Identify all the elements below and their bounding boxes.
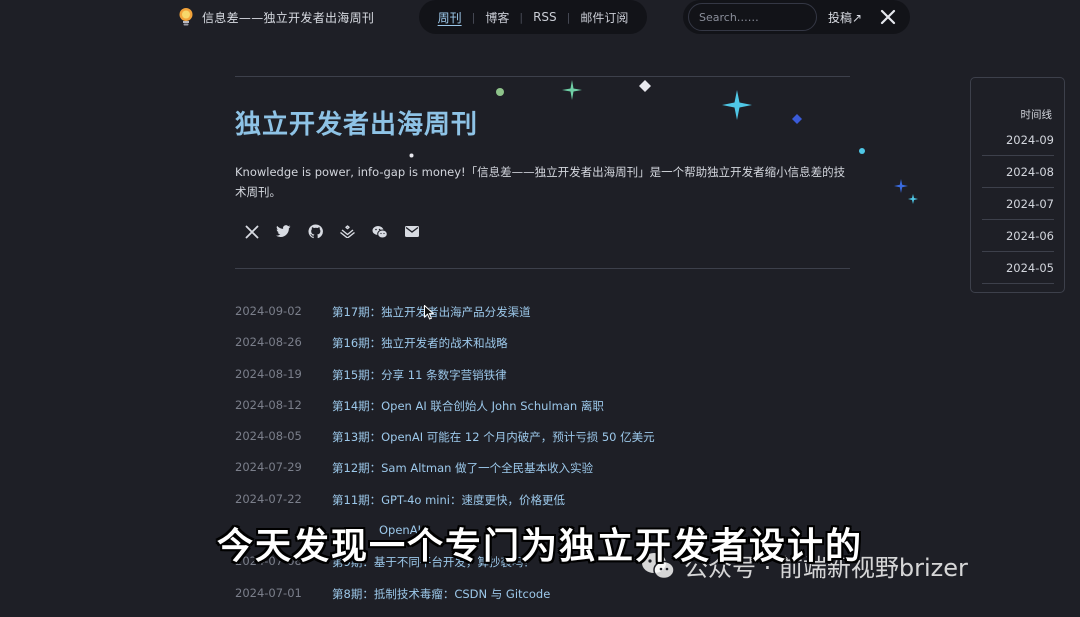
timeline-item[interactable]: 2024-08 [982,165,1054,188]
timeline-item[interactable]: 2024-05 [982,261,1054,284]
nav-item-rss[interactable]: RSS [523,10,567,24]
post-date: 2024-07-29 [235,460,302,475]
timeline-panel: 时间线 2024-09 2024-08 2024-07 2024-06 2024… [970,77,1065,293]
list-item[interactable]: 2024-07-29 第12期：Sam Altman 做了一个全民基本收入实验 [235,460,655,491]
timeline-item[interactable]: 2024-06 [982,229,1054,252]
nav-item-blog[interactable]: 博客 [475,9,519,26]
main-nav: 周刊 | 博客 | RSS | 邮件订阅 [419,0,647,34]
list-item[interactable]: 2024-08-12 第14期：Open AI 联合创始人 John Schulm… [235,398,655,429]
post-date: 2024-09-02 [235,304,302,318]
search-input[interactable] [689,4,809,24]
social-links [243,223,420,240]
sparkle-icon [792,114,802,124]
video-subtitle: 今天发现一个专门为独立开发者设计的 [216,526,863,567]
list-item[interactable]: 2024-08-26 第16期：独立开发者的战术和战略 [235,335,655,366]
post-link[interactable]: 第13期：OpenAI 可能在 12 个月内破产，预计亏损 50 亿美元 [332,429,655,460]
post-link[interactable]: 第8期：抵制技术毒瘤：CSDN 与 Gitcode [332,586,550,617]
list-item[interactable]: 2024-07-01 第8期：抵制技术毒瘤：CSDN 与 Gitcode [235,586,655,617]
page-description: Knowledge is power, info-gap is money!「信… [235,165,846,199]
timeline-title: 时间线 [1020,109,1053,121]
mail-icon[interactable] [403,223,420,240]
twitter-icon[interactable] [275,223,292,240]
github-icon[interactable] [307,223,324,240]
wechat-icon[interactable] [371,223,388,240]
site-name: 信息差——独立开发者出海周刊 [202,10,375,25]
nav-item-newsletter[interactable]: 邮件订阅 [570,9,638,26]
page-title: 独立开发者出海周刊 [235,110,479,140]
post-link[interactable]: 第12期：Sam Altman 做了一个全民基本收入实验 [332,460,593,491]
sparkle-icon [639,80,651,92]
list-item[interactable]: 2024-08-05 第13期：OpenAI 可能在 12 个月内破产，预计亏损 … [235,429,655,460]
nav-item-weekly[interactable]: 周刊 [428,9,472,26]
divider [235,76,850,77]
timeline-item[interactable]: 2024-07 [982,197,1054,220]
post-date: 2024-07-01 [235,585,302,600]
post-link[interactable]: 第16期：独立开发者的战术和战略 [332,335,508,366]
lightbulb-icon [179,8,193,26]
sparkle-icon [409,153,414,158]
post-link[interactable]: 第15期：分享 11 条数字营销铁律 [332,367,507,398]
search-box [688,3,817,31]
brand[interactable]: 信息差——独立开发者出海周刊 [178,6,374,28]
x-icon[interactable] [880,9,896,25]
sparkle-icon [908,194,918,204]
post-list: 2024-09-02第17期：独立开发者出海产品分发渠道 2024-08-26 第… [235,304,655,617]
post-date: 2024-08-05 [235,429,302,444]
post-date: 2024-08-12 [235,397,302,412]
juejin-icon[interactable] [339,223,356,240]
cursor-icon [424,305,434,320]
sparkle-icon [562,80,582,100]
sparkle-icon [496,88,504,96]
post-date: 2024-08-26 [235,335,302,350]
timeline-item[interactable]: 2024-09 [982,133,1054,156]
list-item[interactable]: 2024-09-02第17期：独立开发者出海产品分发渠道 [235,304,655,335]
list-item[interactable]: 2024-08-19 第15期：分享 11 条数字营销铁律 [235,367,655,398]
sparkle-icon [859,148,865,154]
post-link[interactable]: 第14期：Open AI 联合创始人 John Schulman 离职 [332,398,604,429]
divider [235,268,850,269]
submit-link[interactable]: 投稿↗ [828,9,862,26]
sparkle-icon [722,90,752,120]
x-icon[interactable] [243,223,260,240]
post-date: 2024-08-19 [235,366,302,381]
sparkle-icon [894,179,908,193]
